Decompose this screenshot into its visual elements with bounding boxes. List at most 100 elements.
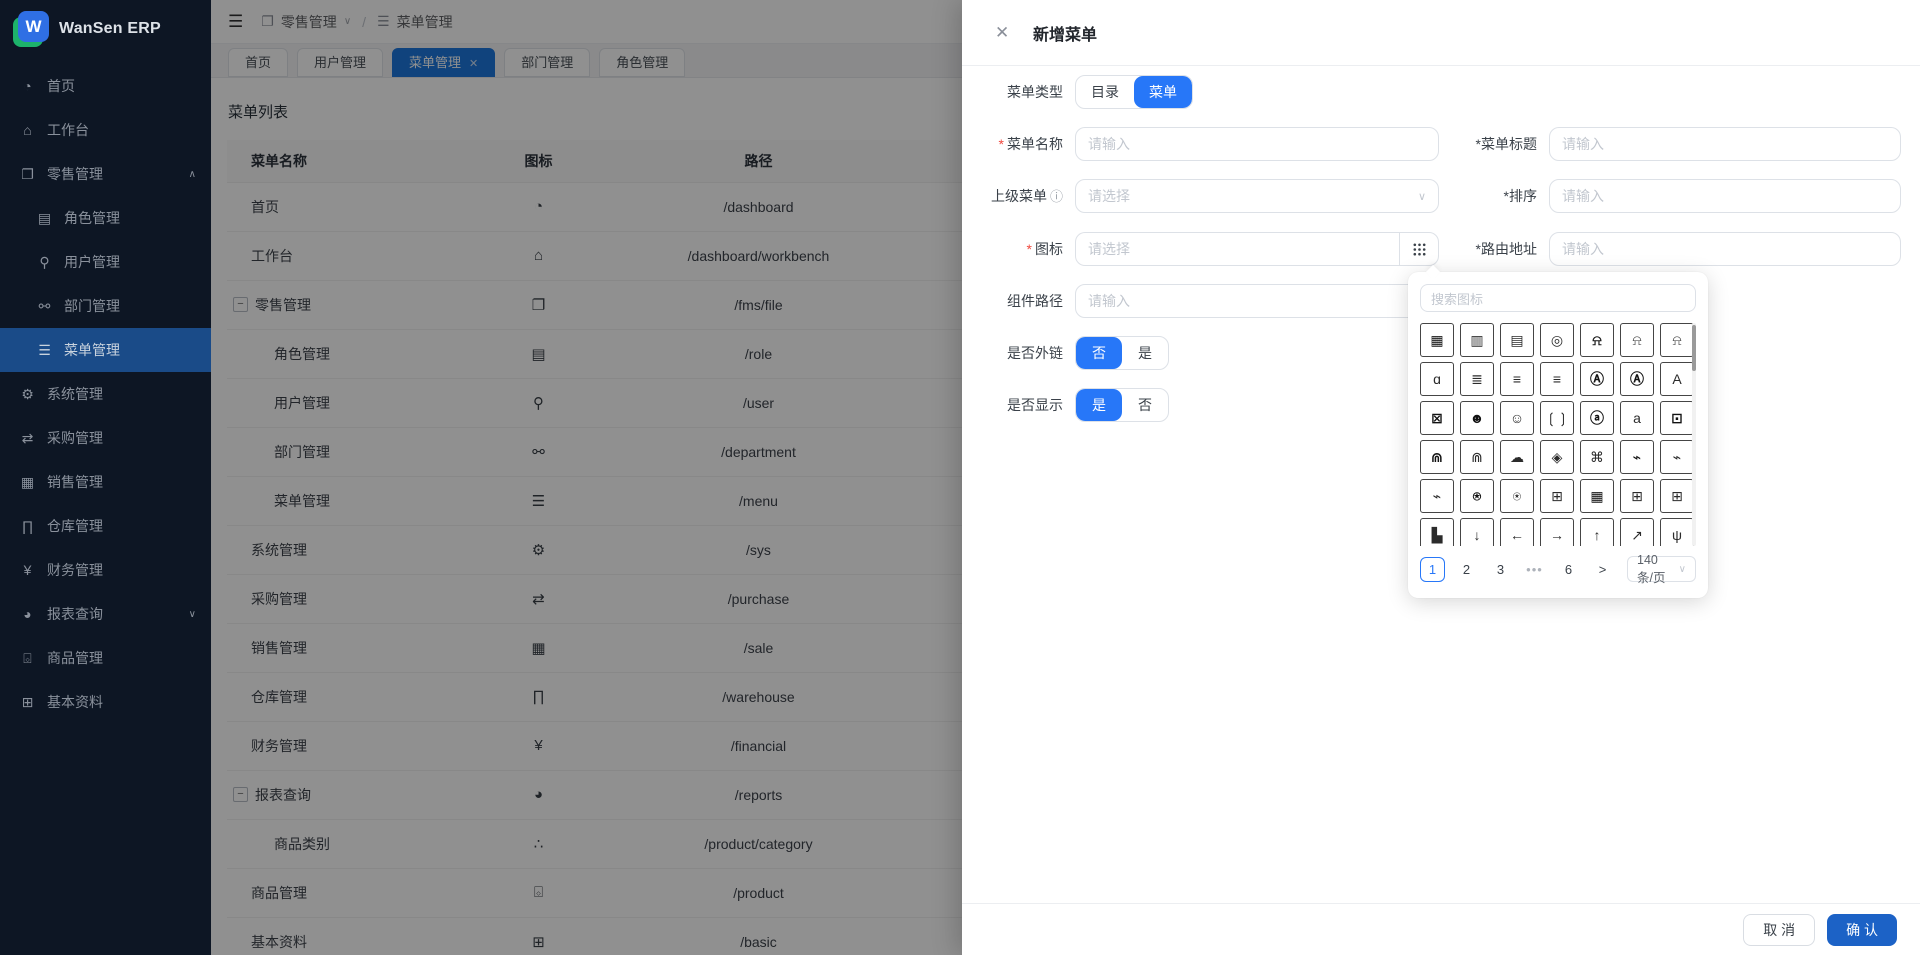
account-book-twotone-icon[interactable]: ▤: [1500, 323, 1534, 357]
sidebar-item-报表查询[interactable]: ◕报表查询∨: [0, 592, 211, 636]
alert-filled-icon[interactable]: ⍾: [1580, 323, 1614, 357]
sidebar-item-仓库管理[interactable]: ∏仓库管理: [0, 504, 211, 548]
sidebar-item-销售管理[interactable]: ▦销售管理: [0, 460, 211, 504]
bank-icon: ∏: [19, 518, 36, 534]
alipay-circle-icon[interactable]: Ⓐ: [1620, 362, 1654, 396]
segment-option-是[interactable]: 是: [1076, 389, 1122, 421]
alert-twotone-icon[interactable]: ⍾: [1660, 323, 1694, 357]
alipay-circle-filled-icon[interactable]: Ⓐ: [1580, 362, 1614, 396]
pagination-page-3[interactable]: 3: [1488, 557, 1513, 582]
sidebar-item-工作台[interactable]: ⌂工作台: [0, 108, 211, 152]
aliwangwang-icon[interactable]: ☺: [1500, 401, 1534, 435]
icon-search-input[interactable]: 搜索图标: [1420, 284, 1696, 312]
pagination-page-6[interactable]: 6: [1556, 557, 1581, 582]
ant-cloud-icon[interactable]: ☁: [1500, 440, 1534, 474]
form-field-上级菜单: 请选择∨: [1075, 179, 1439, 213]
amazon-icon[interactable]: a: [1620, 401, 1654, 435]
api-icon[interactable]: ⌁: [1660, 440, 1694, 474]
audio-icon[interactable]: ψ: [1660, 518, 1694, 546]
arrows-alt-icon[interactable]: ↗: [1620, 518, 1654, 546]
chevron-down-icon: ∨: [1418, 190, 1426, 203]
sidebar-item-角色管理[interactable]: ▤角色管理: [0, 196, 211, 240]
arrow-left-icon[interactable]: ←: [1500, 518, 1534, 546]
sidebar-item-菜单管理[interactable]: ☰菜单管理: [0, 328, 211, 372]
alert-icon[interactable]: ⍾: [1620, 323, 1654, 357]
aliyun-icon[interactable]: ❲❳: [1540, 401, 1574, 435]
ant-design-icon[interactable]: ◈: [1540, 440, 1574, 474]
close-icon[interactable]: ✕: [995, 23, 1015, 43]
form-field-图标: 请选择: [1075, 232, 1439, 266]
segment-option-否[interactable]: 否: [1076, 337, 1122, 369]
icon-grid-scrollbar[interactable]: [1692, 323, 1696, 546]
label-text: 菜单名称: [1007, 136, 1063, 152]
required-asterisk: *: [1027, 241, 1032, 257]
arrow-down-icon[interactable]: ↓: [1460, 518, 1494, 546]
android-filled-icon[interactable]: ⋒: [1420, 440, 1454, 474]
confirm-button[interactable]: 确 认: [1827, 914, 1897, 946]
pagination-page-2[interactable]: 2: [1454, 557, 1479, 582]
sidebar-item-label: 工作台: [47, 120, 89, 140]
arrow-right-icon[interactable]: →: [1540, 518, 1574, 546]
input-组件路径[interactable]: 请输入: [1075, 284, 1439, 318]
apple-icon[interactable]: ⍟: [1500, 479, 1534, 513]
input-菜单标题[interactable]: 请输入: [1549, 127, 1901, 161]
appstore-twotone-icon[interactable]: ⊞: [1660, 479, 1694, 513]
cancel-button[interactable]: 取 消: [1743, 914, 1815, 946]
dashboard-icon: ◔: [19, 78, 36, 94]
aim-icon[interactable]: ◎: [1540, 323, 1574, 357]
select-上级菜单[interactable]: 请选择∨: [1075, 179, 1439, 213]
api-filled-icon[interactable]: ⌁: [1620, 440, 1654, 474]
input-排序[interactable]: 请输入: [1549, 179, 1901, 213]
arrow-up-icon[interactable]: ↑: [1580, 518, 1614, 546]
appstore-add-icon[interactable]: ⊞: [1540, 479, 1574, 513]
apartment-icon[interactable]: ⌘: [1580, 440, 1614, 474]
form-field-是否显示: 是否: [1075, 388, 1439, 422]
sidebar-item-部门管理[interactable]: ⚯部门管理: [0, 284, 211, 328]
align-center-icon[interactable]: ≣: [1460, 362, 1494, 396]
pagination-page-1[interactable]: 1: [1420, 557, 1445, 582]
sidebar-item-用户管理[interactable]: ⚲用户管理: [0, 240, 211, 284]
alibaba-icon[interactable]: ɑ: [1420, 362, 1454, 396]
amazon-circle-filled-icon[interactable]: ⓐ: [1580, 401, 1614, 435]
apple-filled-icon[interactable]: ⍟: [1460, 479, 1494, 513]
form-label-是否显示: 是否显示: [962, 388, 1075, 422]
android-icon[interactable]: ⋒: [1460, 440, 1494, 474]
amazon-square-filled-icon[interactable]: ⊡: [1660, 401, 1694, 435]
appstore-filled-icon[interactable]: ▦: [1580, 479, 1614, 513]
align-right-icon[interactable]: ≡: [1540, 362, 1574, 396]
sidebar-item-首页[interactable]: ◔首页: [0, 64, 211, 108]
app-root: W WanSen ERP ◔首页⌂工作台❐零售管理∧▤角色管理⚲用户管理⚯部门管…: [0, 0, 1920, 955]
icon-select-input[interactable]: 请选择: [1075, 232, 1399, 266]
sidebar-item-采购管理[interactable]: ⇄采购管理: [0, 416, 211, 460]
input-路由地址[interactable]: 请输入: [1549, 232, 1901, 266]
segment-option-目录[interactable]: 目录: [1076, 76, 1134, 108]
align-left-icon[interactable]: ≡: [1500, 362, 1534, 396]
appstore-icon[interactable]: ⊞: [1620, 479, 1654, 513]
sidebar-item-财务管理[interactable]: ¥财务管理: [0, 548, 211, 592]
segment-option-是[interactable]: 是: [1122, 337, 1168, 369]
page-size-select[interactable]: 140 条/页∨: [1627, 556, 1696, 582]
info-circle-icon: ⓘ: [1050, 189, 1063, 204]
form-label-上级菜单: 上级菜单ⓘ: [962, 179, 1075, 214]
account-book-icon[interactable]: ▥: [1460, 323, 1494, 357]
alipay-icon[interactable]: A: [1660, 362, 1694, 396]
chevron-up-icon: ∧: [189, 169, 196, 180]
input-菜单名称[interactable]: 请输入: [1075, 127, 1439, 161]
account-book-filled-icon[interactable]: ▦: [1420, 323, 1454, 357]
sidebar-item-系统管理[interactable]: ⚙系统管理: [0, 372, 211, 416]
aliwangwang-filled-icon[interactable]: ☻: [1460, 401, 1494, 435]
sidebar-item-零售管理[interactable]: ❐零售管理∧: [0, 152, 211, 196]
area-chart-icon[interactable]: ▙: [1420, 518, 1454, 546]
alipay-square-filled-icon[interactable]: ⊠: [1420, 401, 1454, 435]
sidebar-item-基本资料[interactable]: ⊞基本资料: [0, 680, 211, 724]
segment-option-菜单[interactable]: 菜单: [1134, 76, 1192, 108]
sidebar-item-商品管理[interactable]: ⌺商品管理: [0, 636, 211, 680]
api-twotone-icon[interactable]: ⌁: [1420, 479, 1454, 513]
brand-name: WanSen ERP: [59, 20, 161, 38]
pagination-next-button[interactable]: >: [1590, 557, 1615, 582]
segment-option-否[interactable]: 否: [1122, 389, 1168, 421]
brand: W WanSen ERP: [0, 0, 211, 58]
pie-icon: ◕: [19, 606, 36, 622]
drawer-footer: 取 消 确 认: [962, 903, 1920, 955]
icon-grid-button[interactable]: [1399, 232, 1439, 266]
